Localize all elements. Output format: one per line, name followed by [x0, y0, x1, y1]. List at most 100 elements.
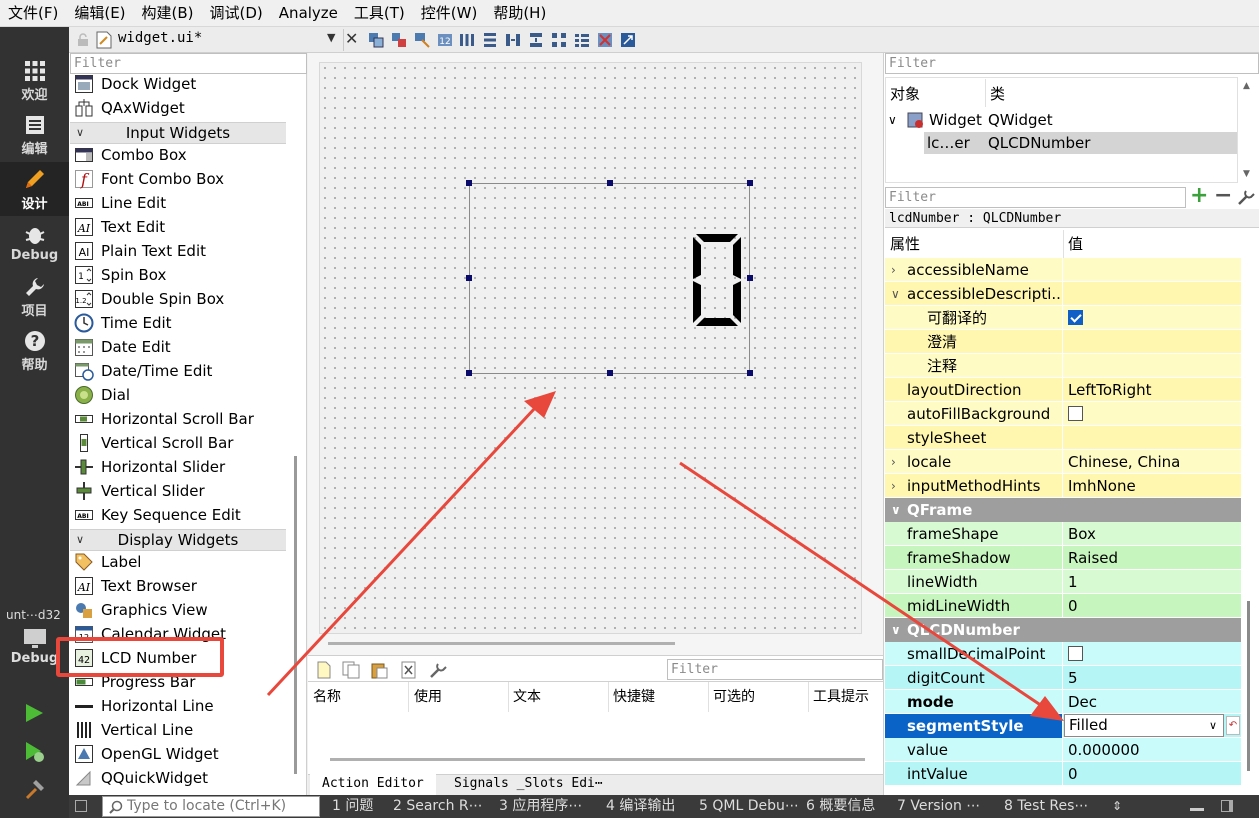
locator-input[interactable]: Type to locate (Ctrl+K) [102, 796, 320, 817]
layout-v-splitter-icon[interactable] [528, 32, 544, 48]
widget-item-double-spin-box[interactable]: 1.2 Double Spin Box [69, 287, 287, 311]
widget-item-text-browser[interactable]: AI Text Browser [69, 574, 287, 598]
toggle-sidebar-icon[interactable] [75, 800, 87, 812]
mode-design[interactable]: 设计 [0, 162, 69, 216]
widget-item-plain-text-edit[interactable]: AI Plain Text Edit [69, 239, 287, 263]
output-tab-application-output[interactable]: 3 应用程序⋯ [499, 795, 582, 818]
property-row-layoutdirection[interactable]: layoutDirection LeftToRight [885, 378, 1241, 402]
property-row-comment[interactable]: 注释 [885, 354, 1241, 378]
widget-item-opengl-widget[interactable]: OpenGL Widget [69, 742, 287, 766]
widget-item-horizontal-line[interactable]: Horizontal Line [69, 694, 287, 718]
mode-help[interactable]: ? 帮助 [0, 324, 69, 378]
widget-item-font-combo-box[interactable]: f Font Combo Box [69, 167, 287, 191]
column-header-shortcut[interactable]: 快捷键 [613, 686, 655, 706]
action-editor-filter[interactable]: Filter [667, 659, 883, 680]
widget-box-scrollbar[interactable] [294, 456, 297, 774]
property-row-accessibledescription[interactable]: ∨ accessibleDescripti... [885, 282, 1241, 306]
more-tabs-arrow-icon[interactable]: ⇕ [1112, 795, 1122, 818]
layout-horizontal-icon[interactable] [459, 32, 475, 48]
widget-item-spin-box[interactable]: 1 Spin Box [69, 263, 287, 287]
configure-icon[interactable] [428, 661, 448, 679]
resize-handle[interactable] [747, 275, 753, 281]
widget-item-dock-widget[interactable]: Dock Widget [69, 72, 287, 96]
small-decimal-point-checkbox[interactable] [1068, 645, 1083, 661]
edit-widgets-icon[interactable] [368, 32, 384, 48]
run-icon[interactable] [23, 702, 45, 724]
mode-debug[interactable]: Debug [0, 216, 69, 270]
widget-item-graphics-view[interactable]: Graphics View [69, 598, 287, 622]
output-tab-test-results[interactable]: 8 Test Res⋯ [1004, 795, 1088, 818]
property-header-name[interactable]: 属性 [890, 233, 920, 254]
widget-item-key-sequence-edit[interactable]: ABI Key Sequence Edit [69, 503, 287, 527]
mode-edit[interactable]: 编辑 [0, 108, 69, 162]
widget-item-label[interactable]: Label [69, 550, 287, 574]
reset-property-icon[interactable]: ↶ [1226, 716, 1240, 735]
column-header-tooltip[interactable]: 工具提示 [813, 686, 869, 706]
resize-handle[interactable] [607, 180, 613, 186]
object-row-lcd-name[interactable]: lc…er [927, 132, 970, 154]
scroll-up-arrow-icon[interactable]: ▲ [1243, 81, 1250, 91]
mode-projects[interactable]: 项目 [0, 270, 69, 324]
tree-expand-arrow-icon[interactable]: ∨ [888, 109, 897, 131]
property-row-inputmethodhints[interactable]: › inputMethodHints ImhNone [885, 474, 1241, 498]
paste-action-icon[interactable] [370, 661, 388, 679]
edit-tab-order-icon[interactable]: 12 [437, 32, 453, 48]
widget-item-date-edit[interactable]: Date Edit [69, 335, 287, 359]
property-row-disambiguation[interactable]: 澄清 [885, 330, 1241, 354]
open-document-name[interactable]: widget.ui* [118, 30, 202, 46]
widget-item-vertical-slider[interactable]: Vertical Slider [69, 479, 287, 503]
menu-analyze[interactable]: Analyze [271, 0, 346, 27]
scroll-down-arrow-icon[interactable]: ▼ [1243, 169, 1250, 179]
property-row-mode[interactable]: mode Dec [885, 690, 1241, 714]
property-header-value[interactable]: 值 [1068, 233, 1083, 254]
widget-item-vertical-line[interactable]: Vertical Line [69, 718, 287, 742]
property-group-qlcdnumber[interactable]: ∨ QLCDNumber [885, 618, 1241, 642]
resize-handle[interactable] [466, 180, 472, 186]
output-tab-general-messages[interactable]: 6 概要信息 [806, 795, 875, 818]
widget-item-dial[interactable]: Dial [69, 383, 287, 407]
menu-debug[interactable]: 调试(D) [202, 0, 271, 27]
widget-item-horizontal-scroll-bar[interactable]: Horizontal Scroll Bar [69, 407, 287, 431]
object-inspector-filter[interactable]: Filter [885, 53, 1259, 74]
break-layout-icon[interactable] [597, 32, 613, 48]
property-row-value[interactable]: value 0.000000 [885, 738, 1241, 762]
widget-item-horizontal-slider[interactable]: Horizontal Slider [69, 455, 287, 479]
output-tab-qml-debugger[interactable]: 5 QML Debu⋯ [699, 795, 799, 818]
resize-handle[interactable] [747, 370, 753, 376]
close-document-icon[interactable]: ✕ [345, 29, 358, 48]
delete-action-icon[interactable] [400, 661, 418, 679]
debug-run-icon[interactable] [23, 740, 45, 762]
property-row-midlinewidth[interactable]: midLineWidth 0 [885, 594, 1241, 618]
category-input-widgets[interactable]: ∨ Input Widgets [70, 122, 286, 144]
adjust-size-icon[interactable] [620, 32, 636, 48]
remove-property-icon[interactable]: − [1214, 184, 1232, 208]
menu-help[interactable]: 帮助(H) [485, 0, 554, 27]
tab-signals-slots-editor[interactable]: Signals _Slots Edi⋯ [442, 773, 615, 795]
resize-handle[interactable] [747, 180, 753, 186]
canvas-horizontal-scrollbar[interactable] [328, 642, 675, 645]
output-tab-compile-output[interactable]: 4 编译输出 [606, 795, 675, 818]
property-row-intvalue[interactable]: intValue 0 [885, 762, 1241, 786]
widget-item-text-edit[interactable]: AI Text Edit [69, 215, 287, 239]
edit-buddies-icon[interactable] [414, 32, 430, 48]
translatable-checkbox[interactable] [1068, 309, 1083, 325]
resize-handle[interactable] [466, 370, 472, 376]
output-tab-issues[interactable]: 1 问题 [332, 795, 373, 818]
property-row-frameshape[interactable]: frameShape Box [885, 522, 1241, 546]
column-header-used[interactable]: 使用 [414, 686, 442, 706]
property-editor-filter[interactable]: Filter [885, 187, 1186, 208]
menu-file[interactable]: 文件(F) [0, 0, 66, 27]
property-row-accessiblename[interactable]: › accessibleName [885, 258, 1241, 282]
output-tab-version-control[interactable]: 7 Version ⋯ [897, 795, 980, 818]
tab-action-editor[interactable]: Action Editor [310, 773, 436, 795]
segmentstyle-combobox[interactable]: Filled ∨ [1064, 714, 1224, 737]
menu-controls[interactable]: 控件(W) [413, 0, 486, 27]
widget-item-qaxwidget[interactable]: QAxWidget [69, 96, 287, 120]
menu-build[interactable]: 构建(B) [134, 0, 202, 27]
lcd-number-widget[interactable]: 0 [466, 180, 753, 376]
menu-tools[interactable]: 工具(T) [346, 0, 413, 27]
property-row-stylesheet[interactable]: styleSheet [885, 426, 1241, 450]
layout-grid-icon[interactable] [551, 32, 567, 48]
property-row-translatable[interactable]: 可翻译的 [885, 306, 1241, 330]
property-row-locale[interactable]: › locale Chinese, China [885, 450, 1241, 474]
